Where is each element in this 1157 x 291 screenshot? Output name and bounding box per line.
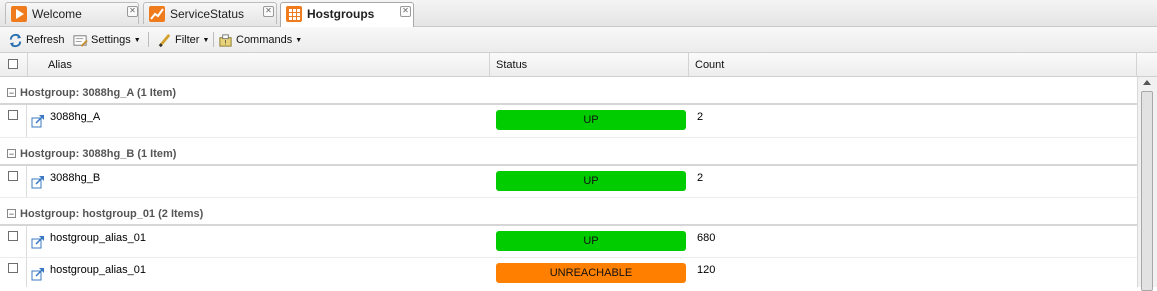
grid-header: Alias Status Count xyxy=(0,53,1157,77)
refresh-icon xyxy=(9,33,22,47)
row-select-cell xyxy=(0,105,27,137)
tab-hostgroups[interactable]: Hostgroups ✕ xyxy=(280,2,414,27)
collapse-icon[interactable]: − xyxy=(7,209,16,219)
open-link-icon[interactable] xyxy=(31,267,45,281)
pencil-icon xyxy=(158,33,171,47)
table-row[interactable]: hostgroup_alias_01 UNREACHABLE 120 xyxy=(0,258,1137,287)
settings-label: Settings xyxy=(91,34,131,46)
close-icon[interactable]: ✕ xyxy=(263,6,274,17)
group-title: Hostgroup: 3088hg_A (1 Item) xyxy=(20,87,177,99)
commands-button[interactable]: ! Commands ▼ xyxy=(218,31,302,49)
row-checkbox[interactable] xyxy=(8,171,18,181)
row-select-cell xyxy=(0,226,27,257)
grid-icon xyxy=(286,6,302,22)
svg-text:!: ! xyxy=(224,38,227,46)
play-icon xyxy=(11,6,27,22)
table-row[interactable]: hostgroup_alias_01 UP 680 xyxy=(0,226,1137,258)
table-row[interactable]: 3088hg_B UP 2 xyxy=(0,166,1137,198)
collapse-icon[interactable]: − xyxy=(7,149,16,159)
select-all-column xyxy=(0,53,28,76)
commands-label: Commands xyxy=(236,34,293,46)
close-icon[interactable]: ✕ xyxy=(127,6,138,17)
refresh-label: Refresh xyxy=(26,34,65,46)
open-link-icon[interactable] xyxy=(31,114,45,128)
toolbar-divider xyxy=(148,32,149,47)
collapse-icon[interactable]: − xyxy=(7,88,16,98)
tab-service-status[interactable]: ServiceStatus ✕ xyxy=(143,2,277,24)
chart-icon xyxy=(149,6,165,22)
row-select-cell xyxy=(0,166,27,197)
filter-button[interactable]: Filter ▼ xyxy=(157,31,209,49)
row-select-cell xyxy=(0,258,27,287)
group-header[interactable]: − Hostgroup: 3088hg_B (1 Item) xyxy=(0,138,1137,166)
tab-label: Welcome xyxy=(32,7,82,21)
tab-label: Hostgroups xyxy=(307,7,375,21)
status-badge: UP xyxy=(496,171,686,191)
count-cell: 2 xyxy=(697,111,704,123)
alias-cell: hostgroup_alias_01 xyxy=(50,232,147,244)
table-row[interactable]: 3088hg_A UP 2 xyxy=(0,105,1137,138)
tab-welcome[interactable]: Welcome ✕ xyxy=(5,2,139,24)
open-link-icon[interactable] xyxy=(31,175,45,189)
count-cell: 680 xyxy=(697,232,716,244)
close-icon[interactable]: ✕ xyxy=(400,6,411,17)
settings-button[interactable]: Settings ▼ xyxy=(73,31,141,49)
grid-body: − Hostgroup: 3088hg_A (1 Item) 3088hg_A … xyxy=(0,77,1137,287)
group-title: Hostgroup: hostgroup_01 (2 Items) xyxy=(20,208,204,220)
group-header[interactable]: − Hostgroup: 3088hg_A (1 Item) xyxy=(0,77,1137,105)
open-link-icon[interactable] xyxy=(31,235,45,249)
alias-cell: 3088hg_A xyxy=(50,111,101,123)
row-checkbox[interactable] xyxy=(8,110,18,120)
column-header-status[interactable]: Status xyxy=(490,53,689,76)
row-checkbox[interactable] xyxy=(8,263,18,273)
status-badge: UP xyxy=(496,110,686,130)
scrollbar-thumb[interactable] xyxy=(1141,91,1153,291)
count-cell: 120 xyxy=(697,264,716,276)
chevron-down-icon: ▼ xyxy=(295,36,303,44)
commands-icon: ! xyxy=(219,33,232,47)
status-badge: UP xyxy=(496,231,686,251)
filter-label: Filter xyxy=(175,34,200,46)
group-header[interactable]: − Hostgroup: hostgroup_01 (2 Items) xyxy=(0,198,1137,226)
column-header-alias[interactable]: Alias xyxy=(28,53,490,76)
alias-cell: hostgroup_alias_01 xyxy=(50,264,147,276)
count-cell: 2 xyxy=(697,172,704,184)
status-badge: UNREACHABLE xyxy=(496,263,686,283)
select-all-checkbox[interactable] xyxy=(8,59,18,69)
group-title: Hostgroup: 3088hg_B (1 Item) xyxy=(20,148,177,160)
alias-cell: 3088hg_B xyxy=(50,172,101,184)
settings-icon xyxy=(73,34,88,47)
chevron-down-icon: ▼ xyxy=(133,36,141,44)
toolbar: Refresh Settings ▼ Filter ▼ ! Commands ▼ xyxy=(0,27,1157,53)
row-checkbox[interactable] xyxy=(8,231,18,241)
vertical-scrollbar[interactable] xyxy=(1137,77,1157,291)
tab-label: ServiceStatus xyxy=(170,7,245,21)
refresh-button[interactable]: Refresh xyxy=(8,31,65,49)
column-header-count[interactable]: Count xyxy=(689,53,1137,76)
scroll-up-icon[interactable] xyxy=(1143,80,1151,85)
chevron-down-icon: ▼ xyxy=(202,36,210,44)
toolbar-divider xyxy=(213,32,214,47)
tab-bar: Welcome ✕ ServiceStatus ✕ Hostgroups ✕ xyxy=(0,0,1157,27)
header-filler xyxy=(1137,53,1157,76)
